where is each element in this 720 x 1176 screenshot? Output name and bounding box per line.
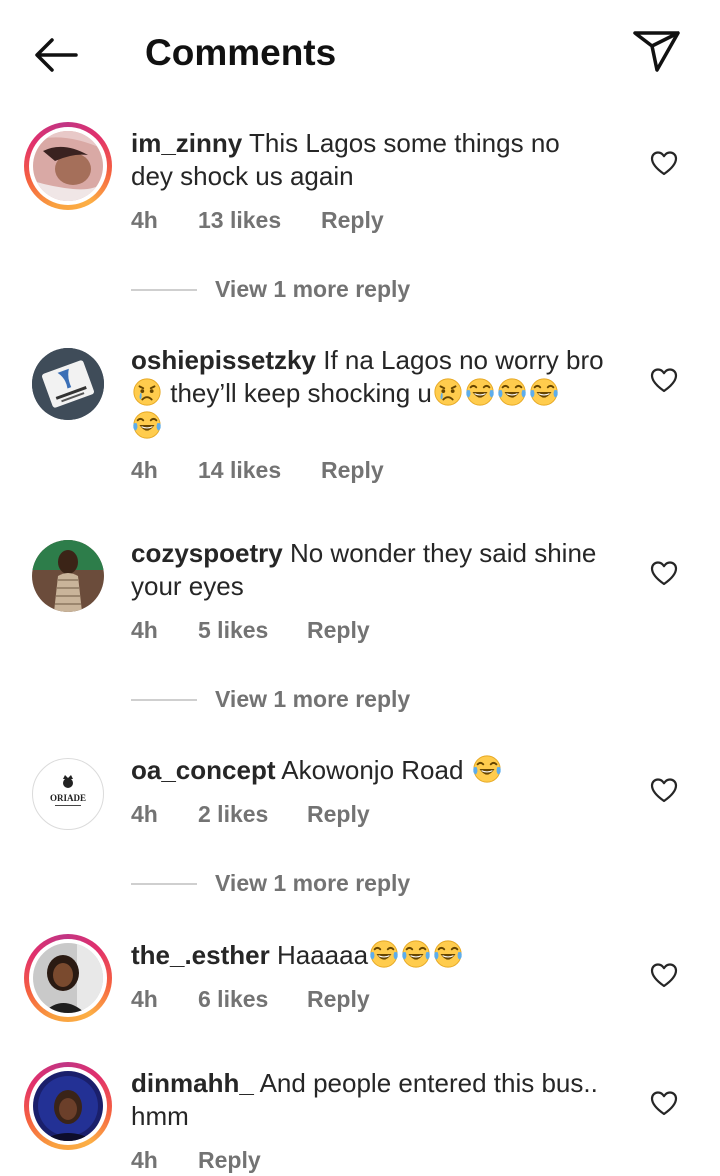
tears-of-joy-emoji [497,377,527,407]
comment-body: If na Lagos no worry bro [323,345,604,375]
avatar[interactable] [32,348,104,420]
divider-line [131,289,197,291]
reply-button[interactable]: Reply [321,206,384,234]
tears-of-joy-emoji [369,939,399,969]
comment-body: Haaaaa [276,940,369,970]
heart-outline-icon[interactable] [650,777,678,803]
comment-body: your eyes [131,571,244,601]
comment-body: This Lagos some things no [249,128,560,158]
comment-likes[interactable]: 5 likes [198,616,268,644]
heart-outline-icon[interactable] [650,1090,678,1116]
comment-body: Akowonjo Road [281,755,464,785]
reply-button[interactable]: Reply [198,1146,261,1174]
header-bar: Comments [0,0,720,104]
avatar[interactable]: ORIADE [32,758,104,830]
comment-username[interactable]: cozyspoetry [131,538,283,568]
comment-text: im_zinny This Lagos some things no dey s… [131,127,631,193]
tears-of-joy-emoji [472,754,502,784]
arrow-left-icon [35,38,78,72]
avatar[interactable] [32,540,104,612]
reply-button[interactable]: Reply [307,985,370,1013]
view-replies-label: View 1 more reply [215,276,411,302]
crying-face-emoji [433,377,463,407]
share-button[interactable] [630,26,684,76]
paper-plane-icon [633,31,680,72]
avatar-photo [32,348,104,420]
view-replies-button[interactable]: View 1 more reply [131,274,531,304]
tears-of-joy-emoji [529,377,559,407]
comment-time: 4h [131,801,158,827]
comment-text: oa_concept Akowonjo Road [131,754,631,787]
comment-time: 4h [131,457,158,483]
avatar[interactable] [24,934,112,1022]
comment-body: dey shock us again [131,161,354,191]
comment-body: No wonder they said shine [289,538,597,568]
page-title: Comments [145,32,337,73]
heart-outline-icon[interactable] [650,962,678,988]
tears-of-joy-emoji [401,939,431,969]
view-replies-label: View 1 more reply [215,870,411,896]
avatar[interactable] [24,1062,112,1150]
back-button[interactable] [28,30,84,78]
heart-outline-icon[interactable] [650,367,678,393]
comment-time: 4h [131,986,158,1012]
view-replies-label: View 1 more reply [215,686,411,712]
comment-time: 4h [131,617,158,643]
comment-text: the_.esther Haaaaa [131,939,631,972]
comment-text: oshiepissetzky If na Lagos no worry bro … [131,344,631,443]
logo-text: ORIADE [50,793,86,803]
heart-outline-icon[interactable] [650,150,678,176]
heart-outline-icon[interactable] [650,560,678,586]
comment-likes[interactable]: 14 likes [198,456,281,484]
tears-of-joy-emoji [132,410,162,440]
comment-body: hmm [131,1101,189,1131]
view-replies-button[interactable]: View 1 more reply [131,868,531,898]
reply-button[interactable]: Reply [321,456,384,484]
comment-likes[interactable]: 6 likes [198,985,268,1013]
reply-button[interactable]: Reply [307,800,370,828]
comment-text: cozyspoetry No wonder they said shine yo… [131,537,631,603]
comment-username[interactable]: dinmahh_ [131,1068,254,1098]
avatar-photo [32,540,104,612]
divider-line [131,699,197,701]
comment-time: 4h [131,207,158,233]
comment-time: 4h [131,1147,158,1173]
comment-username[interactable]: oa_concept [131,755,276,785]
tears-of-joy-emoji [433,939,463,969]
comment-body: they’ll keep shocking u [170,378,432,408]
logo-avatar: ORIADE [50,775,86,806]
reply-button[interactable]: Reply [307,616,370,644]
view-replies-button[interactable]: View 1 more reply [131,684,531,714]
avatar-photo [33,131,103,201]
tears-of-joy-emoji [465,377,495,407]
comment-likes[interactable]: 2 likes [198,800,268,828]
crying-face-emoji [132,377,162,407]
avatar-photo [33,1071,103,1141]
comment-text: dinmahh_ And people entered this bus.. h… [131,1067,631,1133]
comment-username[interactable]: oshiepissetzky [131,345,316,375]
comment-username[interactable]: im_zinny [131,128,242,158]
avatar[interactable] [24,122,112,210]
divider-line [131,883,197,885]
comment-body: And people entered this bus.. [259,1068,598,1098]
comment-likes[interactable]: 13 likes [198,206,281,234]
comment-username[interactable]: the_.esther [131,940,270,970]
avatar-photo [33,943,103,1013]
